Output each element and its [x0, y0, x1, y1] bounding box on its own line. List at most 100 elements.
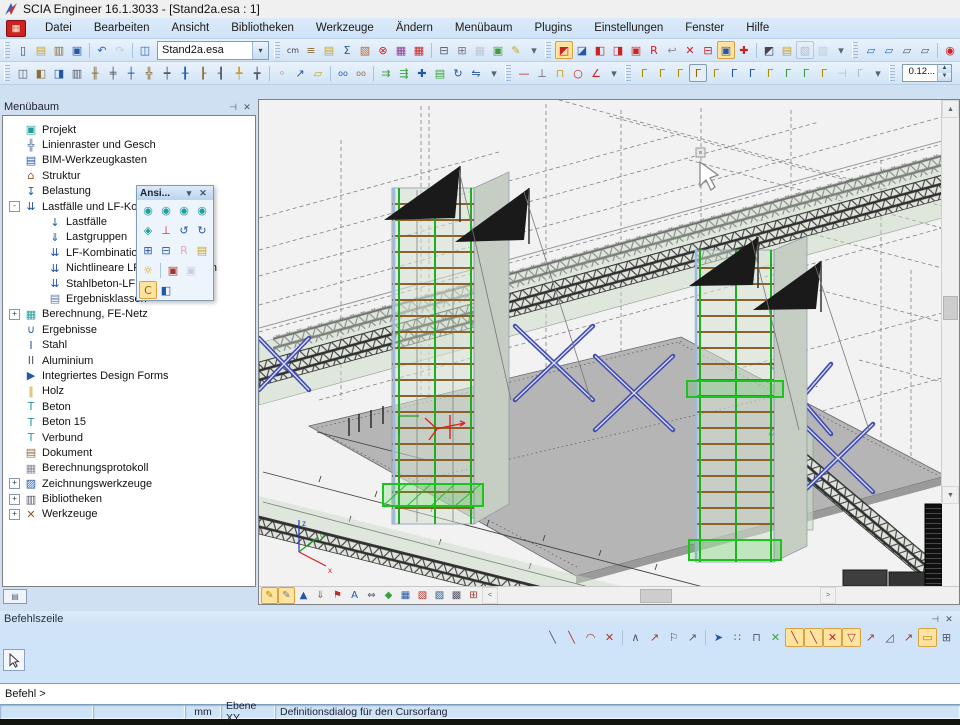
show-labels-icon[interactable]: ⚑: [329, 587, 346, 604]
dimension-circle-icon[interactable]: ○: [569, 64, 587, 82]
connection-base-icon[interactable]: Γ: [851, 64, 869, 82]
supports-display-icon[interactable]: ╪: [104, 64, 122, 82]
expand-icon[interactable]: +: [9, 509, 20, 520]
tree-item-bim-werkzeugkasten[interactable]: ▤BIM-Werkzeugkasten: [3, 153, 255, 168]
snap-line-point-icon[interactable]: ╲: [562, 628, 581, 647]
tree-item-integriertes-design-forms[interactable]: ▶Integriertes Design Forms: [3, 368, 255, 383]
tree-item-lastgruppen[interactable]: ⇓Lastgruppen: [3, 230, 255, 245]
units-cm-icon[interactable]: cm: [284, 41, 302, 59]
rotate-left-icon[interactable]: ↺: [175, 221, 193, 239]
table-results-icon[interactable]: ▦: [410, 41, 428, 59]
snap-intersection-icon[interactable]: ✕: [823, 628, 842, 647]
menu-aendern[interactable]: Ändern: [385, 20, 444, 36]
scroll-down-icon[interactable]: ▼: [942, 486, 959, 504]
tree-item-lf-kombinationen[interactable]: ⇊LF-Kombinationen: [3, 245, 255, 260]
palette-header[interactable]: Ansi... ▾ ✕: [137, 186, 213, 200]
menu-bearbeiten[interactable]: Bearbeiten: [83, 20, 161, 36]
intersections-icon[interactable]: ┠: [194, 64, 212, 82]
select-single-icon[interactable]: ◩: [555, 41, 573, 59]
tree-item-ergebnisklassen[interactable]: ▤Ergebnisklassen: [3, 291, 255, 306]
paste-special-icon[interactable]: ▱: [916, 41, 934, 59]
print-preview-icon[interactable]: ⊞: [453, 41, 471, 59]
viewport-vscrollbar[interactable]: ▲ ▼: [941, 100, 959, 504]
spinner-down-icon[interactable]: ▼: [938, 73, 951, 81]
camera-capture-icon[interactable]: ▣: [164, 261, 182, 279]
status-plane[interactable]: Ebene XY: [221, 705, 275, 719]
welds-icon[interactable]: ┨: [212, 64, 230, 82]
toolbar-grip[interactable]: [274, 42, 280, 58]
view-z-icon[interactable]: ◉: [175, 201, 193, 219]
snap-perpendicular-icon[interactable]: ▽: [842, 628, 861, 647]
toolbar-grip[interactable]: [505, 65, 511, 81]
show-model-data-icon[interactable]: ◆: [380, 587, 397, 604]
printer-icon[interactable]: ⊟: [435, 41, 453, 59]
tree-item-aluminium[interactable]: IIAluminium: [3, 353, 255, 368]
save-project-icon[interactable]: ▣: [68, 41, 86, 59]
snap-ortho-icon[interactable]: ⊓: [747, 628, 766, 647]
view-y-icon[interactable]: ◉: [157, 201, 175, 219]
expand-icon[interactable]: +: [9, 478, 20, 489]
redo-icon[interactable]: ↷: [111, 41, 129, 59]
connection-bolted-icon[interactable]: Γ: [725, 64, 743, 82]
cross-links-icon[interactable]: ╂: [176, 64, 194, 82]
load-scale-icon[interactable]: ⇵: [955, 64, 960, 82]
overflow-2-icon[interactable]: ▾: [832, 41, 850, 59]
hscroll-track[interactable]: [500, 588, 820, 603]
toolbar-grip[interactable]: [889, 65, 895, 81]
hinges-display-icon[interactable]: ┼: [122, 64, 140, 82]
new-project-icon[interactable]: ▯: [14, 41, 32, 59]
load-display-settings-icon[interactable]: ▤: [778, 41, 796, 59]
cursor-mode-button[interactable]: [3, 649, 25, 671]
tree-item-beton-15[interactable]: TBeton 15: [3, 414, 255, 429]
view-cube-icon[interactable]: ◈: [139, 221, 157, 239]
menu-plugins[interactable]: Plugins: [523, 20, 583, 36]
local-axes-icon[interactable]: ╫: [86, 64, 104, 82]
project-combobox[interactable]: Stand2a.esa ▾: [157, 41, 269, 60]
rotate-icon[interactable]: ↻: [449, 64, 467, 82]
member-system-lines-icon[interactable]: ◨: [50, 64, 68, 82]
menu-fenster[interactable]: Fenster: [674, 20, 735, 36]
internal-nodes-icon[interactable]: ┿: [158, 64, 176, 82]
member-surfaces-icon[interactable]: ▥: [68, 64, 86, 82]
status-units[interactable]: mm: [185, 705, 221, 719]
move-node-icon[interactable]: ↗: [291, 64, 309, 82]
mirror-icon[interactable]: ⇋: [467, 64, 485, 82]
view-settings-icon[interactable]: ⊞: [465, 587, 482, 604]
toolbar-grip[interactable]: [4, 65, 10, 81]
tree-item-holz[interactable]: ∥Holz: [3, 384, 255, 399]
select-previous-icon[interactable]: ◧: [591, 41, 609, 59]
connection-frame-selected-icon[interactable]: Γ: [689, 64, 707, 82]
tree-item-stahlbeton-lfk[interactable]: ⇊Stahlbeton-LFK: [3, 276, 255, 291]
paste-picture-icon[interactable]: ▱: [880, 41, 898, 59]
toolbar-grip[interactable]: [545, 42, 551, 58]
zoom-window-icon[interactable]: ⊞: [139, 241, 157, 259]
dimension-perpendicular-icon[interactable]: ⊥: [533, 64, 551, 82]
document-edit-icon[interactable]: ✎: [507, 41, 525, 59]
expand-icon[interactable]: +: [9, 494, 20, 505]
menu-hilfe[interactable]: Hilfe: [735, 20, 780, 36]
cursor-cross-icon[interactable]: ∧: [626, 628, 645, 647]
close-icon[interactable]: ✕: [196, 187, 210, 200]
select-center-icon[interactable]: ✚: [735, 41, 753, 59]
overflow-6-icon[interactable]: ▾: [869, 64, 887, 82]
mesh-refine-icon[interactable]: ⊗: [374, 41, 392, 59]
show-loads-icon[interactable]: ⇓: [312, 587, 329, 604]
tree-item-ergebnisse[interactable]: ∪Ergebnisse: [3, 322, 255, 337]
snap-midpoint-icon[interactable]: ╲: [804, 628, 823, 647]
overflow-1-icon[interactable]: ▾: [525, 41, 543, 59]
dimension-line-icon[interactable]: —: [515, 64, 533, 82]
copy-special-icon[interactable]: ▱: [898, 41, 916, 59]
spinner-up-icon[interactable]: ▲: [938, 65, 951, 73]
close-icon[interactable]: ✕: [942, 613, 956, 626]
tree-item-berechnung-fe-netz[interactable]: +▦Berechnung, FE-Netz: [3, 307, 255, 322]
expand-icon[interactable]: +: [9, 309, 20, 320]
tree-item-berechnungsprotokoll[interactable]: ▦Berechnungsprotokoll: [3, 461, 255, 476]
light-bulb-icon[interactable]: ☼: [139, 261, 157, 279]
close-icon[interactable]: ✕: [240, 101, 254, 114]
snap-line-icon[interactable]: ╲: [543, 628, 562, 647]
tree-item-belastung[interactable]: ↧Belastung: [3, 184, 255, 199]
load-scale-spinner[interactable]: 0.12... ▲▼: [902, 64, 952, 82]
layers-icon[interactable]: ≡: [302, 41, 320, 59]
pin-icon[interactable]: ⊣: [226, 101, 240, 114]
tree-item-beton[interactable]: TBeton: [3, 399, 255, 414]
